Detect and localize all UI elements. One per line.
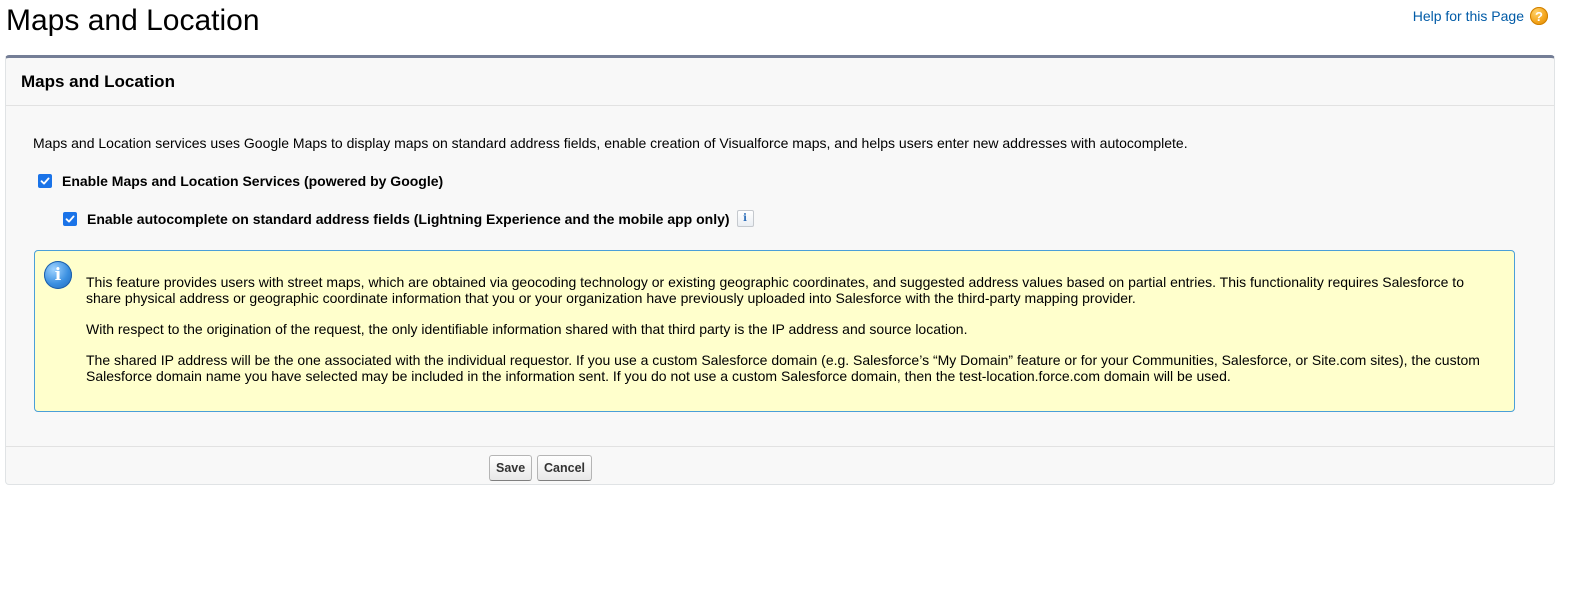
enable-maps-option: Enable Maps and Location Services (power… — [38, 173, 443, 189]
notice-text: This feature provides users with street … — [86, 274, 1496, 399]
checkmark-icon — [65, 215, 75, 222]
maps-location-panel: Maps and Location Maps and Location serv… — [5, 55, 1555, 485]
panel-description: Maps and Location services uses Google M… — [33, 135, 1188, 151]
help-link[interactable]: Help for this Page ? — [1413, 7, 1548, 25]
save-button[interactable]: Save — [489, 455, 533, 481]
help-link-text[interactable]: Help for this Page — [1413, 7, 1524, 25]
enable-maps-label: Enable Maps and Location Services (power… — [62, 173, 444, 189]
button-bar: Save Cancel — [6, 446, 1554, 486]
privacy-notice: i This feature provides users with stree… — [34, 250, 1515, 412]
notice-paragraph: This feature provides users with street … — [86, 274, 1464, 306]
notice-paragraph: With respect to the origination of the r… — [86, 321, 968, 337]
panel-title: Maps and Location — [21, 71, 175, 91]
enable-autocomplete-label: Enable autocomplete on standard address … — [87, 210, 730, 227]
checkmark-icon — [40, 177, 50, 185]
page: Maps and Location Help for this Page ? M… — [0, 0, 1590, 595]
enable-autocomplete-option: Enable autocomplete on standard address … — [63, 210, 754, 227]
info-icon: i — [44, 261, 72, 289]
help-icon[interactable]: ? — [1530, 7, 1548, 25]
cancel-button[interactable]: Cancel — [537, 455, 592, 481]
info-icon[interactable]: i — [736, 210, 754, 227]
page-title: Maps and Location — [6, 4, 260, 37]
enable-maps-checkbox[interactable] — [38, 174, 52, 188]
notice-paragraph: The shared IP address will be the one as… — [86, 352, 1480, 384]
enable-autocomplete-checkbox[interactable] — [63, 211, 77, 226]
panel-header: Maps and Location — [6, 58, 1554, 106]
